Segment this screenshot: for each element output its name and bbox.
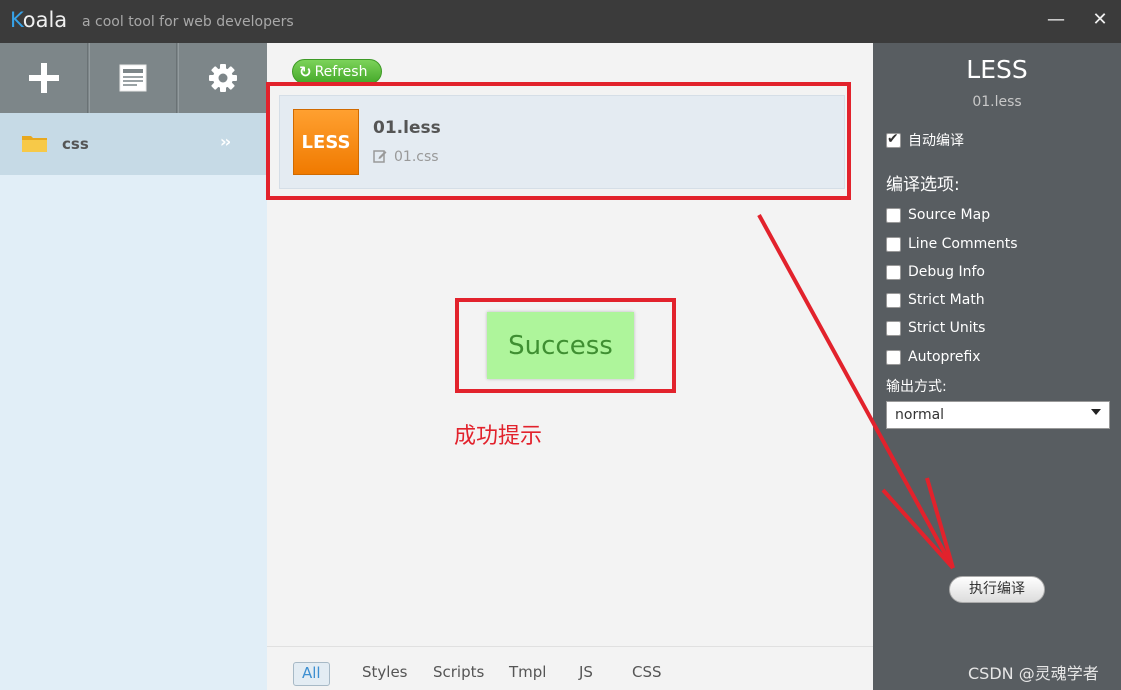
app-subtitle: a cool tool for web developers [82,14,294,30]
filter-scripts[interactable]: Scripts [425,662,492,686]
option-label: Source Map [908,207,991,223]
app-title-initial: K [10,8,23,32]
checkbox[interactable] [886,349,901,365]
option-source-map[interactable]: Source Map [886,205,990,225]
checkbox[interactable] [886,292,901,308]
filter-bar: All Styles Scripts Tmpl JS CSS [267,646,873,690]
toolbar [0,43,267,113]
refresh-button[interactable]: ↻ Refresh [292,59,382,84]
panel-title: LESS [966,55,1028,84]
folder-icon [22,136,47,152]
chevron-right-icon[interactable]: ›› [220,132,231,151]
filter-js[interactable]: JS [571,662,601,686]
compile-button[interactable]: 执行编译 [949,576,1045,603]
checkbox[interactable] [886,320,901,336]
option-label: Line Comments [908,236,1018,252]
settings-gear-icon [209,64,237,92]
refresh-label: Refresh [314,63,368,80]
option-debug-info[interactable]: Debug Info [886,262,985,282]
option-strict-math[interactable]: Strict Math [886,290,985,310]
filter-css[interactable]: CSS [624,662,670,686]
checkbox-checked[interactable] [886,131,901,148]
refresh-icon: ↻ [299,62,312,81]
annotation-box-file [266,82,851,200]
filter-tmpl[interactable]: Tmpl [501,662,554,686]
watermark: CSDN @灵魂学者 [968,664,1099,683]
app-title-rest: oala [22,8,68,32]
minimize-button[interactable]: — [1045,9,1067,31]
log-button[interactable] [89,43,177,113]
output-style-select[interactable]: normal [886,401,1110,429]
sidebar: css ›› [0,43,267,690]
annotation-success-hint: 成功提示 [454,424,543,449]
options-heading: 编译选项: [886,175,960,195]
title-bar: Koala a cool tool for web developers — ✕ [0,0,1121,43]
filter-all[interactable]: All [293,662,330,686]
filter-styles[interactable]: Styles [354,662,416,686]
sidebar-item-css[interactable]: css ›› [0,113,267,175]
checkbox[interactable] [886,264,901,280]
settings-panel: LESS 01.less 自动编译 编译选项: Source Map Line … [873,43,1121,690]
panel-file-name: 01.less [972,94,1022,110]
close-button[interactable]: ✕ [1089,9,1111,31]
option-autoprefix[interactable]: Autoprefix [886,347,981,367]
app-title: Koala [10,8,67,32]
option-label: Strict Math [908,292,985,308]
output-style-label: 输出方式: [886,379,947,395]
add-icon [28,63,59,93]
option-strict-units[interactable]: Strict Units [886,318,985,338]
project-label: css [62,135,89,153]
option-label: Autoprefix [908,349,981,365]
option-label: Debug Info [908,264,985,280]
add-project-button[interactable] [0,43,88,113]
annotation-box-success [455,298,676,393]
checkbox[interactable] [886,236,901,252]
option-line-comments[interactable]: Line Comments [886,234,1018,254]
auto-compile-checkbox[interactable]: 自动编译 [886,130,964,150]
option-label: Strict Units [908,320,986,336]
dropdown-arrow-icon [1091,409,1101,415]
auto-compile-label: 自动编译 [908,133,964,149]
log-icon [119,64,147,92]
checkbox[interactable] [886,207,901,223]
settings-button[interactable] [178,43,267,113]
output-style-value: normal [895,407,945,423]
